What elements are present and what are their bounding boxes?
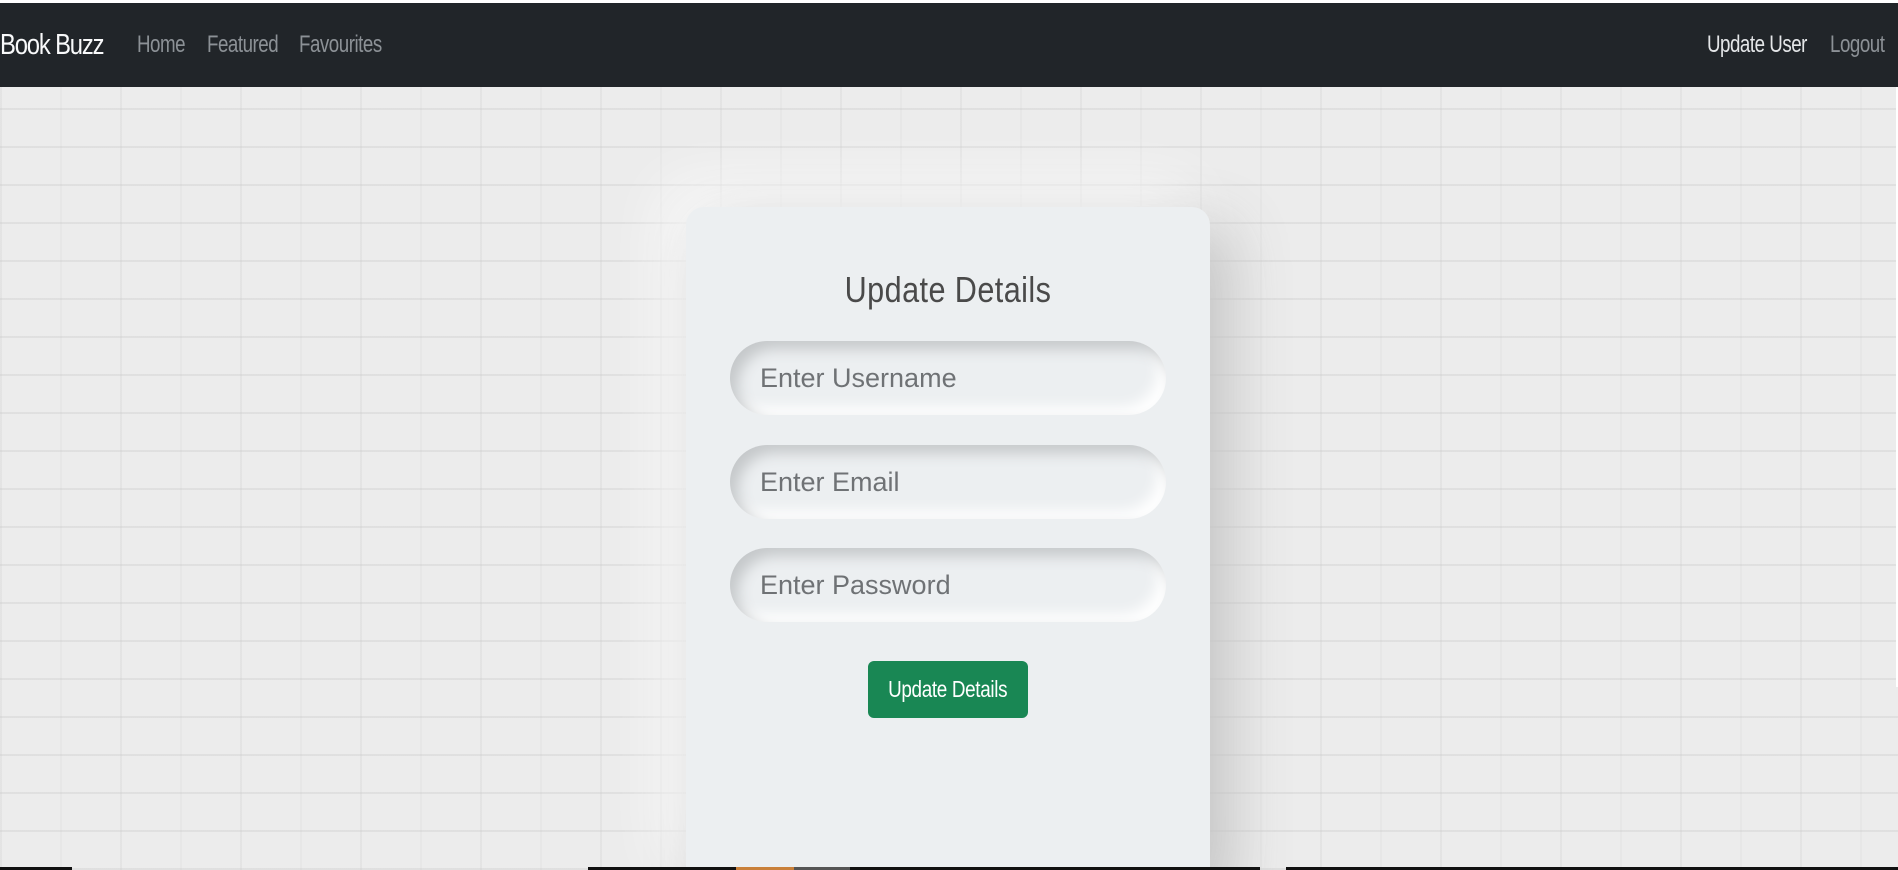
update-details-card: Update Details Update Details	[686, 207, 1210, 870]
page: Book Buzz Home Featured Favourites Updat…	[0, 0, 1898, 870]
brand-logo[interactable]: Book Buzz	[0, 3, 104, 87]
nav-logout-link[interactable]: Logout	[1830, 3, 1885, 87]
email-input[interactable]	[730, 445, 1166, 519]
update-details-button-label: Update Details	[888, 676, 1008, 702]
nav-featured-link[interactable]: Featured	[207, 3, 279, 87]
nav-update-user-link[interactable]: Update User	[1707, 3, 1807, 87]
form-title: Update Details	[844, 269, 1052, 310]
navbar: Book Buzz Home Featured Favourites Updat…	[0, 3, 1898, 87]
nav-favourites-link[interactable]: Favourites	[299, 3, 382, 87]
username-input[interactable]	[730, 341, 1166, 415]
nav-home-link[interactable]: Home	[137, 3, 186, 87]
update-details-button[interactable]: Update Details	[868, 661, 1028, 718]
password-input[interactable]	[730, 548, 1166, 622]
